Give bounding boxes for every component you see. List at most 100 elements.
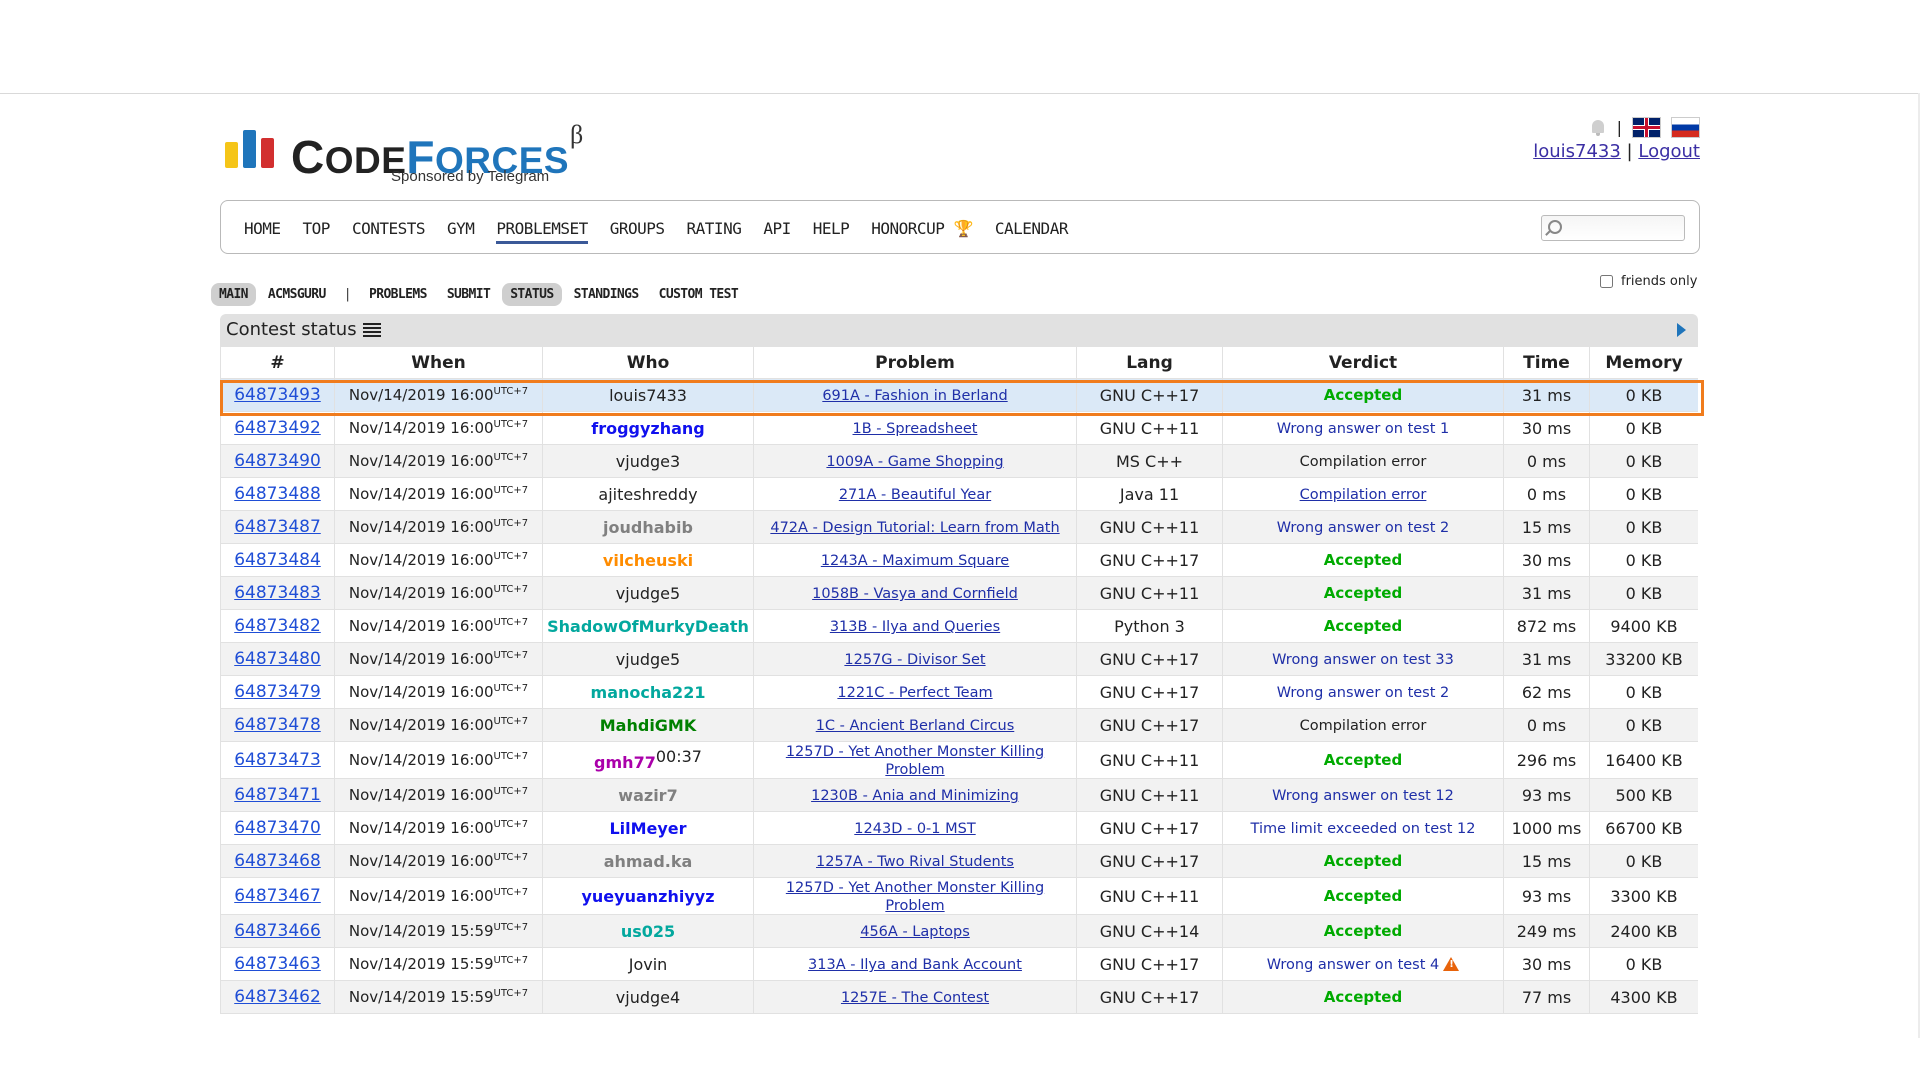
submenu-problems[interactable]: PROBLEMS — [361, 283, 435, 306]
submission-id-link[interactable]: 64873482 — [234, 616, 321, 636]
problem-link[interactable]: 1257D - Yet Another Monster Killing Prob… — [786, 744, 1044, 778]
user-handle[interactable]: Jovin — [629, 955, 668, 974]
submission-id-link[interactable]: 64873487 — [234, 517, 321, 537]
submission-id-link[interactable]: 64873478 — [234, 715, 321, 735]
russian-flag-icon[interactable] — [1671, 116, 1700, 138]
user-handle[interactable]: wazir7 — [618, 786, 677, 805]
user-handle[interactable]: us025 — [621, 922, 675, 941]
submission-time: Nov/14/2019 16:00 — [348, 650, 494, 668]
verdict: Wrong answer on test 1 — [1276, 421, 1450, 437]
problem-link[interactable]: 1257G - Divisor Set — [844, 652, 985, 668]
english-flag-icon[interactable] — [1632, 116, 1661, 138]
submission-id-link[interactable]: 64873463 — [234, 954, 321, 974]
problem-link[interactable]: 1257A - Two Rival Students — [816, 854, 1014, 870]
submission-id-link[interactable]: 64873479 — [234, 682, 321, 702]
user-handle[interactable]: froggyzhang — [591, 419, 705, 438]
submenu-standings[interactable]: STANDINGS — [566, 283, 647, 306]
nav-item-api[interactable]: API — [763, 219, 791, 244]
friends-only-checkbox[interactable] — [1600, 275, 1613, 288]
problem-link[interactable]: 1243D - 0-1 MST — [854, 821, 975, 837]
nav-item-problemset[interactable]: PROBLEMSET — [496, 219, 588, 244]
submenu-acmsguru[interactable]: ACMSGURU — [260, 283, 334, 306]
problem-link[interactable]: 456A - Laptops — [860, 924, 970, 940]
problem-link[interactable]: 1009A - Game Shopping — [826, 454, 1003, 470]
submission-id-link[interactable]: 64873471 — [234, 785, 321, 805]
list-icon[interactable] — [362, 323, 381, 337]
problem-link[interactable]: 1221C - Perfect Team — [837, 685, 992, 701]
submission-time: Nov/14/2019 16:00 — [348, 452, 494, 470]
submission-id-link[interactable]: 64873483 — [234, 583, 321, 603]
table-row: 64873483 Nov/14/2019 16:00UTC+7 vjudge5 105… — [220, 576, 1698, 610]
problem-link[interactable]: 1058B - Vasya and Cornfield — [812, 586, 1018, 602]
nav-item-honorcup[interactable]: HONORCUP 🏆 — [871, 219, 973, 244]
problem-link[interactable]: 1C - Ancient Berland Circus — [816, 718, 1015, 734]
virtual-time[interactable]: 00:37 — [656, 747, 702, 766]
friends-only-toggle[interactable]: friends only — [1600, 274, 1697, 289]
nav-item-gym[interactable]: GYM — [447, 219, 475, 244]
problem-link[interactable]: 1243A - Maximum Square — [821, 553, 1009, 569]
table-row: 64873463 Nov/14/2019 15:59UTC+7 Jovin 313A … — [220, 947, 1698, 981]
arrow-right-icon[interactable] — [1677, 323, 1686, 337]
notification-bell-icon[interactable] — [1589, 118, 1607, 136]
submission-id-link[interactable]: 64873490 — [234, 451, 321, 471]
problem-link[interactable]: 472A - Design Tutorial: Learn from Math — [770, 520, 1059, 536]
problem-link[interactable]: 313A - Ilya and Bank Account — [808, 957, 1022, 973]
nav-item-contests[interactable]: CONTESTS — [352, 219, 426, 244]
verdict[interactable]: Compilation error — [1300, 487, 1427, 503]
user-handle[interactable]: MahdiGMK — [600, 716, 697, 735]
submission-id-link[interactable]: 64873462 — [234, 987, 321, 1007]
codeforces-logo[interactable]: CODEFORCES β Sponsored by Telegram — [225, 120, 595, 192]
user-handle[interactable]: yueyuanzhiyyz — [581, 887, 714, 906]
nav-item-help[interactable]: HELP — [813, 219, 850, 244]
verdict: Wrong answer on test 33 — [1272, 652, 1454, 668]
submission-id-link[interactable]: 64873473 — [234, 750, 321, 770]
user-handle[interactable]: LilMeyer — [609, 819, 686, 838]
problem-link[interactable]: 691A - Fashion in Berland — [822, 388, 1007, 404]
nav-item-home[interactable]: HOME — [244, 219, 281, 244]
user-handle[interactable]: ajiteshreddy — [598, 485, 697, 504]
submission-id-link[interactable]: 64873480 — [234, 649, 321, 669]
submission-id-link[interactable]: 64873492 — [234, 418, 321, 438]
user-handle[interactable]: manocha221 — [591, 683, 706, 702]
submenu-custom-test[interactable]: CUSTOM TEST — [651, 283, 747, 306]
submission-id-link[interactable]: 64873493 — [234, 385, 321, 405]
submenu-main[interactable]: MAIN — [211, 283, 256, 306]
user-handle[interactable]: ShadowOfMurkyDeath — [547, 617, 749, 636]
language: GNU C++11 — [1099, 517, 1200, 537]
nav-item-calendar[interactable]: CALENDAR — [995, 219, 1069, 244]
profile-link[interactable]: louis7433 — [1533, 141, 1621, 162]
submission-id-link[interactable]: 64873468 — [234, 851, 321, 871]
user-handle[interactable]: vilcheuski — [603, 551, 693, 570]
nav-item-groups[interactable]: GROUPS — [610, 219, 665, 244]
user-handle[interactable]: vjudge5 — [616, 584, 680, 603]
submission-id-link[interactable]: 64873484 — [234, 550, 321, 570]
submission-id-link[interactable]: 64873467 — [234, 886, 321, 906]
warning-icon[interactable] — [1443, 957, 1460, 971]
problem-link[interactable]: 1257D - Yet Another Monster Killing Prob… — [786, 880, 1044, 914]
search-input[interactable] — [1541, 215, 1685, 241]
submission-time: Nov/14/2019 16:00 — [348, 584, 494, 602]
user-handle[interactable]: vjudge3 — [616, 452, 680, 471]
submission-id-link[interactable]: 64873466 — [234, 921, 321, 941]
verdict: Accepted — [1323, 584, 1403, 602]
submenu-separator: | — [343, 287, 352, 302]
problem-link[interactable]: 1230B - Ania and Minimizing — [811, 788, 1019, 804]
submenu-submit[interactable]: SUBMIT — [439, 283, 498, 306]
problem-link[interactable]: 1257E - The Contest — [841, 990, 989, 1006]
submission-id-link[interactable]: 64873470 — [234, 818, 321, 838]
user-handle[interactable]: vjudge5 — [616, 650, 680, 669]
logout-link[interactable]: Logout — [1638, 141, 1700, 162]
nav-item-rating[interactable]: RATING — [687, 219, 742, 244]
user-handle[interactable]: gmh77 — [594, 754, 656, 773]
user-handle[interactable]: louis7433 — [609, 386, 687, 405]
nav-item-top[interactable]: TOP — [303, 219, 331, 244]
user-handle[interactable]: ahmad.ka — [604, 852, 693, 871]
problem-link[interactable]: 1B - Spreadsheet — [853, 421, 978, 437]
problem-link[interactable]: 313B - Ilya and Queries — [830, 619, 1000, 635]
user-handle[interactable]: joudhabib — [603, 518, 693, 537]
exec-time: 249 ms — [1516, 921, 1577, 941]
problem-link[interactable]: 271A - Beautiful Year — [839, 487, 991, 503]
submission-id-link[interactable]: 64873488 — [234, 484, 321, 504]
submenu-status[interactable]: STATUS — [502, 283, 562, 306]
user-handle[interactable]: vjudge4 — [616, 988, 680, 1007]
